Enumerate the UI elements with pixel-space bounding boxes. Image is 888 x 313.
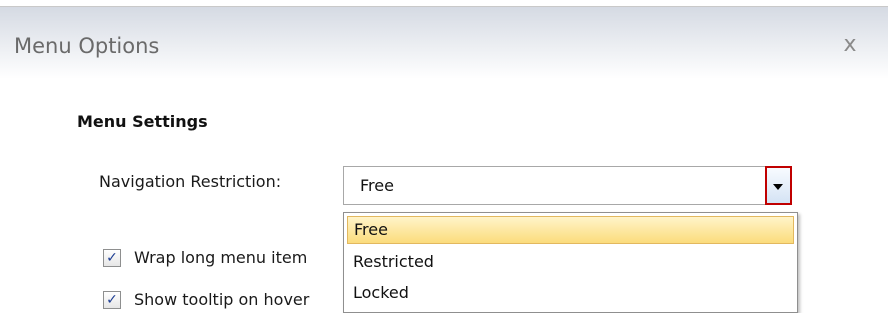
- dialog-titlebar: Menu Options x: [0, 7, 888, 79]
- navigation-restriction-label: Navigation Restriction:: [99, 172, 282, 191]
- wrap-long-menu-item-checkbox[interactable]: ✓: [103, 249, 121, 267]
- navigation-restriction-combobox[interactable]: Free: [343, 166, 792, 205]
- show-tooltip-checkbox[interactable]: ✓: [103, 291, 121, 309]
- navigation-restriction-dropdown-list: Free Restricted Locked: [343, 212, 798, 313]
- close-icon[interactable]: x: [836, 31, 864, 59]
- dialog-title: Menu Options: [14, 34, 160, 58]
- combobox-value: Free: [360, 176, 394, 195]
- dropdown-option-locked[interactable]: Locked: [347, 279, 794, 307]
- show-tooltip-label: Show tooltip on hover: [134, 290, 310, 309]
- checkmark-icon: ✓: [106, 250, 118, 266]
- checkmark-icon: ✓: [106, 292, 118, 308]
- wrap-long-menu-item-label: Wrap long menu item: [134, 248, 308, 267]
- dropdown-option-free[interactable]: Free: [347, 216, 794, 244]
- dropdown-arrow-button[interactable]: [765, 166, 792, 205]
- chevron-down-icon: [773, 184, 783, 190]
- top-strip: [0, 0, 888, 7]
- dropdown-option-restricted[interactable]: Restricted: [347, 248, 794, 276]
- section-title: Menu Settings: [77, 112, 208, 131]
